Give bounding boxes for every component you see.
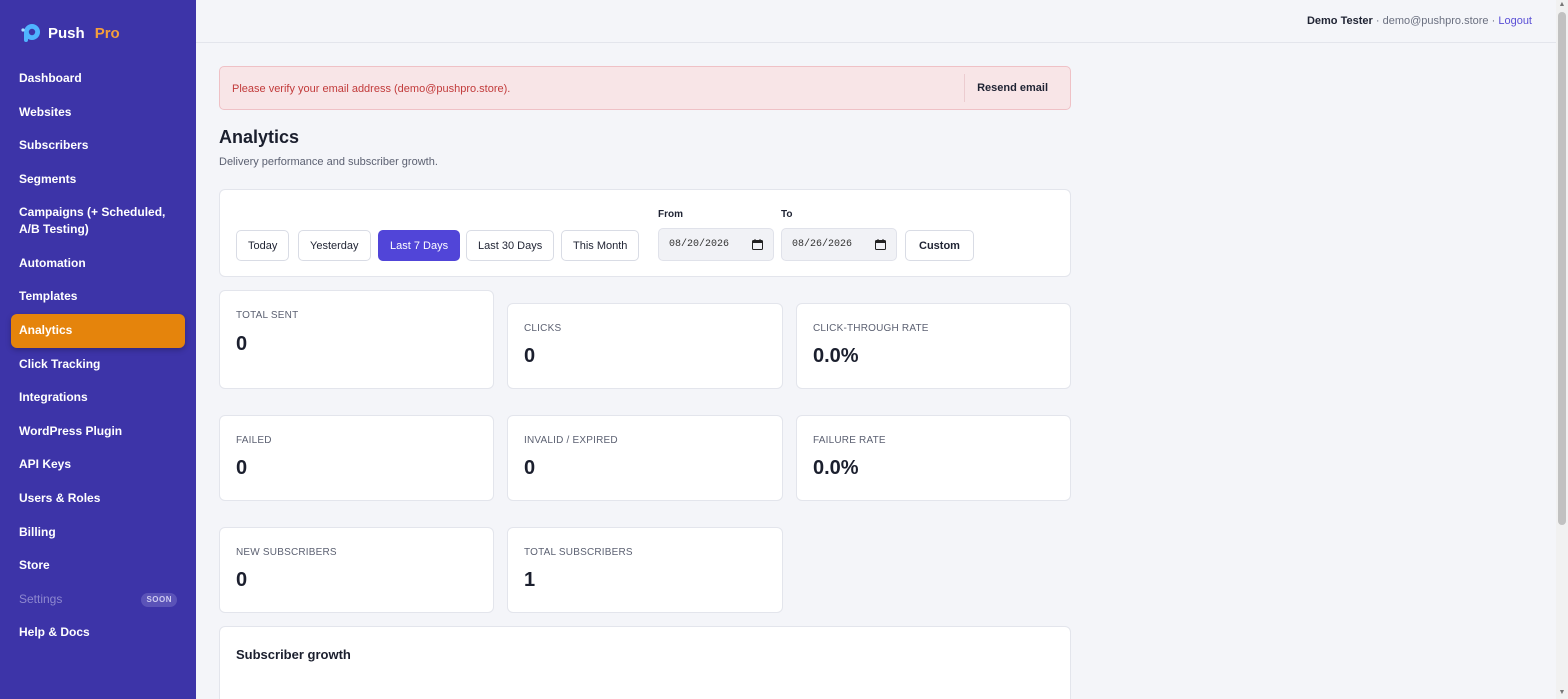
sidebar-item-integrations[interactable]: Integrations xyxy=(11,381,185,415)
sidebar-item-store[interactable]: Store xyxy=(11,549,185,583)
stat-card-total-subscribers: TOTAL SUBSCRIBERS 1 xyxy=(507,527,783,613)
stat-card-click-through-rate: CLICK-THROUGH RATE 0.0% xyxy=(796,303,1071,389)
scrollbar-thumb[interactable] xyxy=(1558,12,1566,525)
stat-value: 0 xyxy=(236,457,248,479)
to-label: To xyxy=(781,209,793,220)
stat-card-failed: FAILED 0 xyxy=(219,415,494,501)
sidebar-item-dashboard[interactable]: Dashboard xyxy=(11,62,185,96)
top-bar: Demo Tester · demo@pushpro.store · Logou… xyxy=(196,0,1556,43)
subscriber-growth-title: Subscriber growth xyxy=(236,647,351,662)
scroll-down-arrow-icon[interactable]: ▼ xyxy=(1558,689,1566,697)
to-date-value: 08/26/2026 xyxy=(792,239,853,250)
range-last-7-days-button[interactable]: Last 7 Days xyxy=(378,230,461,261)
stat-label: FAILED xyxy=(236,435,272,446)
subscriber-growth-card: Subscriber growth xyxy=(219,626,1071,699)
sidebar: Push Pro Dashboard Websites Subscribers … xyxy=(0,0,196,699)
sidebar-item-users-roles[interactable]: Users & Roles xyxy=(11,482,185,516)
user-name: Demo Tester xyxy=(1306,15,1373,27)
resend-email-button[interactable]: Resend email xyxy=(964,74,1060,102)
brand-logo[interactable]: Push Pro xyxy=(20,22,120,44)
stat-label: TOTAL SENT xyxy=(236,310,299,321)
sidebar-item-billing[interactable]: Billing xyxy=(11,516,185,550)
user-info: Demo Tester · demo@pushpro.store · Logou… xyxy=(1307,15,1532,27)
sidebar-item-templates[interactable]: Templates xyxy=(11,280,185,314)
stat-value: 0 xyxy=(524,457,536,479)
stat-card-new-subscribers: NEW SUBSCRIBERS 0 xyxy=(219,527,494,613)
user-separator-2: · xyxy=(1491,15,1496,27)
brand-suffix: Pro xyxy=(94,24,120,42)
user-separator: · xyxy=(1375,15,1380,27)
stat-value: 0 xyxy=(236,569,248,591)
scroll-up-arrow-icon[interactable]: ▲ xyxy=(1558,1,1566,9)
stat-label: TOTAL SUBSCRIBERS xyxy=(524,547,633,558)
user-email: demo@pushpro.store xyxy=(1382,15,1489,27)
sidebar-item-wordpress-plugin[interactable]: WordPress Plugin xyxy=(11,415,185,449)
range-yesterday-button[interactable]: Yesterday xyxy=(298,230,371,261)
sidebar-item-subscribers[interactable]: Subscribers xyxy=(11,129,185,163)
soon-badge: SOON xyxy=(141,592,177,607)
stat-label: CLICK-THROUGH RATE xyxy=(813,323,929,334)
calendar-icon[interactable] xyxy=(752,239,763,250)
stat-label: FAILURE RATE xyxy=(813,435,886,446)
to-date-input[interactable]: 08/26/2026 xyxy=(781,228,897,261)
range-today-button[interactable]: Today xyxy=(236,230,290,261)
from-date-value: 08/20/2026 xyxy=(669,239,730,250)
stat-card-total-sent: TOTAL SENT 0 xyxy=(219,290,494,389)
stat-label: CLICKS xyxy=(524,323,562,334)
sidebar-item-api-keys[interactable]: API Keys xyxy=(11,448,185,482)
stat-card-clicks: CLICKS 0 xyxy=(507,303,783,389)
custom-range-button[interactable]: Custom xyxy=(905,230,974,261)
sidebar-item-campaigns[interactable]: Campaigns (+ Scheduled, A/B Testing) xyxy=(11,196,185,247)
from-label: From xyxy=(658,209,683,220)
date-filter-card: Today Yesterday Last 7 Days Last 30 Days… xyxy=(219,189,1071,277)
range-this-month-button[interactable]: This Month xyxy=(561,230,640,261)
page-subtitle: Delivery performance and subscriber grow… xyxy=(219,156,438,168)
stat-value: 0 xyxy=(236,333,248,355)
stat-card-failure-rate: FAILURE RATE 0.0% xyxy=(796,415,1071,501)
stat-label: INVALID / EXPIRED xyxy=(524,435,618,446)
sidebar-item-automation[interactable]: Automation xyxy=(11,247,185,281)
logout-link[interactable]: Logout xyxy=(1498,15,1532,27)
sidebar-item-settings: Settings SOON xyxy=(11,583,185,617)
sidebar-item-segments[interactable]: Segments xyxy=(11,163,185,197)
verify-email-alert: Please verify your email address (demo@p… xyxy=(219,66,1071,110)
stat-label: NEW SUBSCRIBERS xyxy=(236,547,337,558)
stat-value: 1 xyxy=(524,569,536,591)
stat-value: 0.0% xyxy=(813,345,859,367)
from-date-input[interactable]: 08/20/2026 xyxy=(658,228,774,261)
brand-name: Push xyxy=(48,24,85,42)
sidebar-item-websites[interactable]: Websites xyxy=(11,96,185,130)
alert-message: Please verify your email address (demo@p… xyxy=(232,83,511,95)
stat-value: 0.0% xyxy=(813,457,859,479)
calendar-icon[interactable] xyxy=(875,239,886,250)
page-title: Analytics xyxy=(219,127,300,147)
page-scrollbar[interactable]: ▲ ▼ xyxy=(1556,0,1568,699)
sidebar-item-settings-label: Settings xyxy=(19,591,63,606)
sidebar-item-analytics[interactable]: Analytics xyxy=(11,314,185,348)
range-last-30-days-button[interactable]: Last 30 Days xyxy=(466,230,555,261)
sidebar-item-click-tracking[interactable]: Click Tracking xyxy=(11,348,185,382)
stat-card-invalid-expired: INVALID / EXPIRED 0 xyxy=(507,415,783,501)
push-pro-logo-icon xyxy=(21,24,40,42)
stat-value: 0 xyxy=(524,345,536,367)
sidebar-item-help-docs[interactable]: Help & Docs xyxy=(11,616,185,650)
sidebar-nav: Dashboard Websites Subscribers Segments … xyxy=(0,62,196,650)
